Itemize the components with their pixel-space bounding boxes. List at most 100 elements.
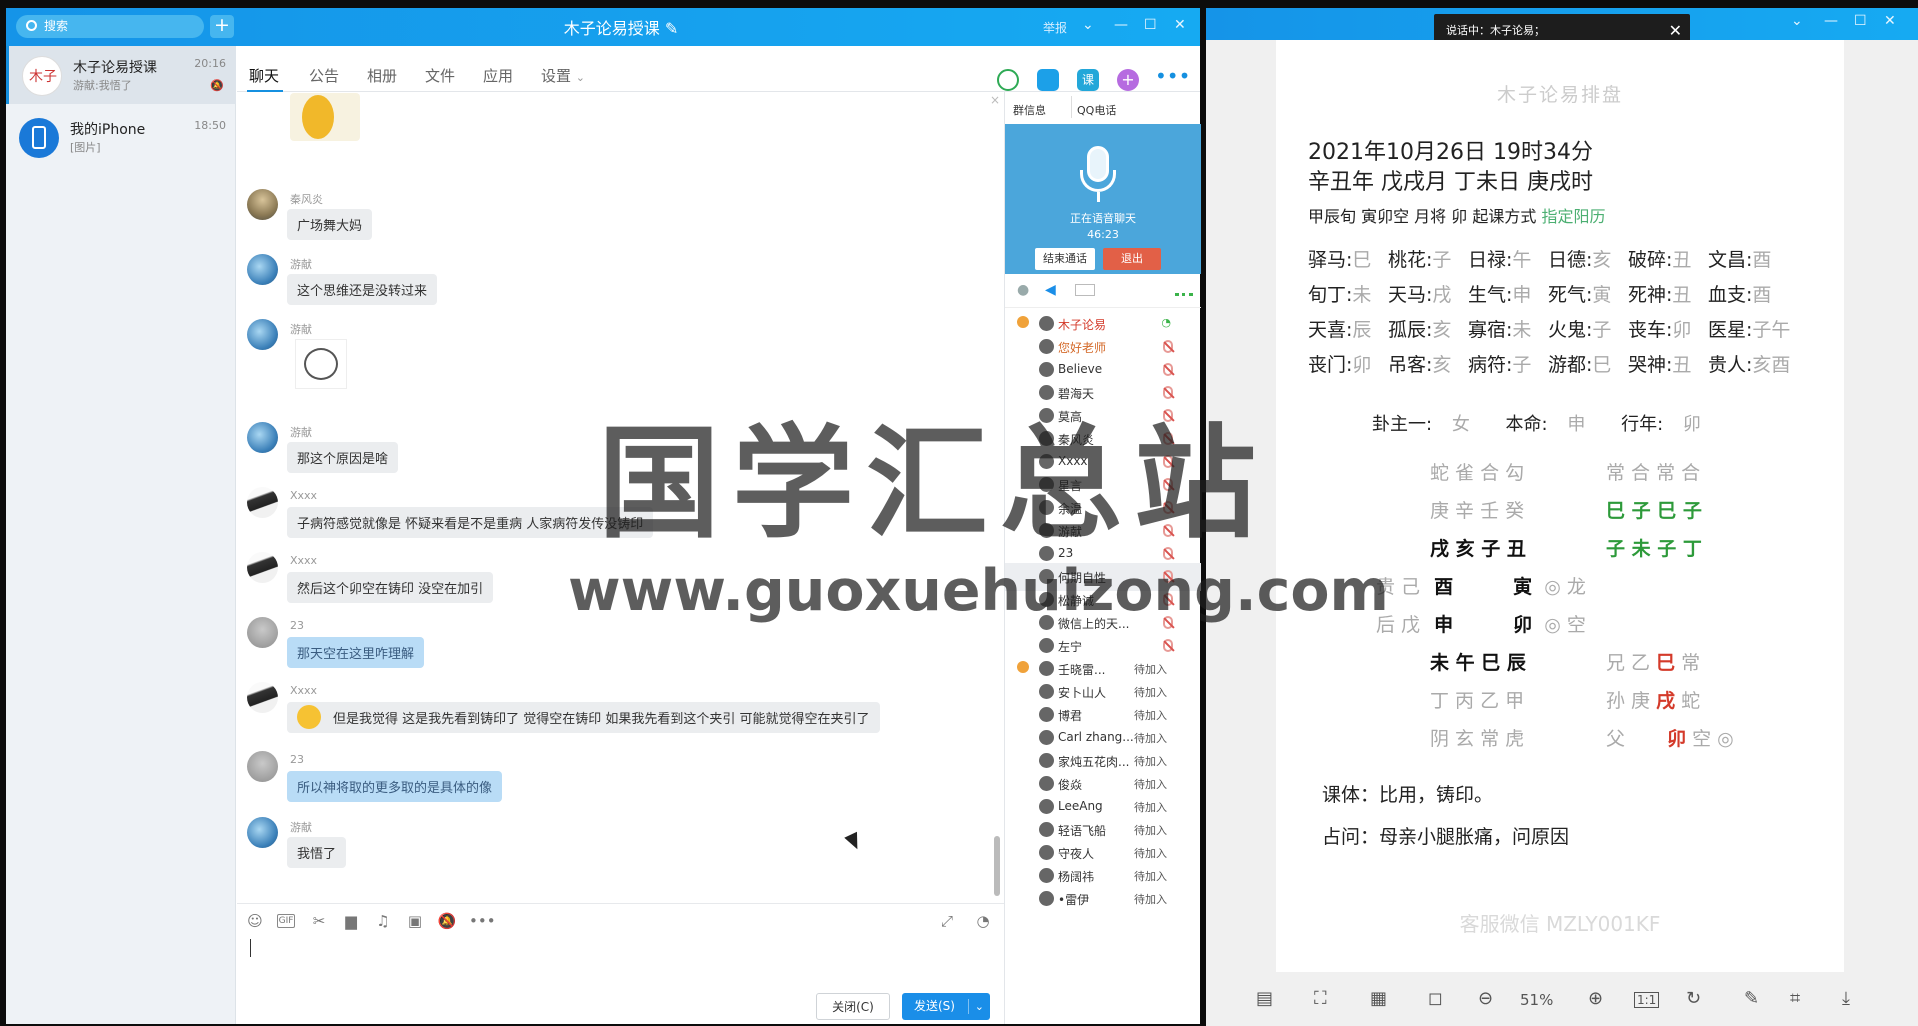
tab-qq-call[interactable]: QQ电话 <box>1077 102 1116 118</box>
viewer-window: ⌄ — ☐ ✕ 说话中：木子论易； ✕ 木子论易排盘 2021年10月26日 19… <box>1206 8 1918 1026</box>
zoom-out-icon[interactable]: ⊖ <box>1478 988 1493 1009</box>
bell-off-icon[interactable]: 🔕 <box>437 912 457 930</box>
member-avatar <box>1039 776 1054 791</box>
mic-muted-icon <box>1163 639 1173 652</box>
search-input[interactable]: 搜索 <box>16 15 204 38</box>
shensha-cell: 哭神:丑 <box>1628 354 1692 376</box>
close-icon[interactable]: × <box>990 93 1000 107</box>
report-button[interactable]: 举报 <box>1043 19 1067 36</box>
avatar[interactable] <box>247 751 278 782</box>
chevron-down-icon[interactable]: ⌄ <box>975 993 984 1020</box>
fullscreen-icon[interactable]: ◻ <box>1428 988 1443 1009</box>
member-name: 杨阔祎 <box>1058 870 1095 884</box>
close-icon[interactable]: ✕ <box>1174 17 1186 33</box>
member-item[interactable]: •雷伊 待加入 <box>1005 885 1201 913</box>
crop-icon[interactable]: ⌗ <box>1790 988 1800 1009</box>
speaker-icon[interactable]: ◀ <box>1045 282 1056 298</box>
music-icon[interactable]: ♫ <box>373 912 393 930</box>
member-status: 待加入 <box>1134 870 1167 883</box>
avatar[interactable] <box>247 552 278 583</box>
chevron-down-icon[interactable]: ⌄ <box>1791 13 1803 29</box>
shensha-cell: 生气:申 <box>1468 284 1532 306</box>
tab-files[interactable]: 文件 <box>425 65 455 86</box>
edit-icon[interactable]: ✎ <box>665 19 678 38</box>
more-icon[interactable]: ••• <box>1155 66 1190 91</box>
class-icon[interactable]: 课 <box>1077 69 1099 91</box>
expand-icon[interactable]: ⤢ <box>937 912 957 930</box>
folder-icon[interactable]: ▆ <box>341 912 361 930</box>
actual-size-icon[interactable]: 1:1 <box>1634 992 1660 1008</box>
chevron-down-icon: ⌄ <box>575 71 586 84</box>
gif-icon[interactable]: GIF <box>277 914 295 928</box>
member-avatar <box>1039 845 1054 860</box>
zoom-in-icon[interactable]: ⊕ <box>1588 988 1603 1009</box>
avatar[interactable] <box>247 189 278 220</box>
emoji-icon[interactable]: ☺ <box>245 912 265 930</box>
shensha-cell: 贵人:亥酉 <box>1708 354 1791 376</box>
tab-announcement[interactable]: 公告 <box>309 65 339 86</box>
minimize-icon[interactable]: — <box>1114 17 1128 33</box>
chat-scrollbar[interactable] <box>994 836 1000 896</box>
avatar[interactable] <box>247 319 278 350</box>
shensha-cell: 天喜:辰 <box>1308 319 1372 341</box>
send-button[interactable]: 发送(S) ⌄ <box>902 993 990 1020</box>
add-button[interactable]: + <box>210 15 234 38</box>
download-icon[interactable]: ⤓ <box>1842 988 1850 1009</box>
member-name: 俊焱 <box>1058 778 1083 792</box>
video-call-icon[interactable] <box>1037 69 1059 91</box>
history-icon[interactable]: ◔ <box>973 912 993 930</box>
maximize-icon[interactable]: ☐ <box>1854 13 1867 29</box>
close-icon[interactable]: ✕ <box>1884 13 1896 29</box>
sanchuan-b: 子 未 子 丁 <box>1606 538 1702 560</box>
shensha-cell: 旬丁:未 <box>1308 284 1372 306</box>
close-button[interactable]: 关闭(C) <box>816 993 890 1020</box>
shensha-cell: 文昌:酉 <box>1708 249 1772 271</box>
avatar[interactable] <box>247 254 278 285</box>
calendar-link[interactable]: 指定阳历 <box>1541 207 1605 226</box>
avatar[interactable] <box>247 817 278 848</box>
member-status: 待加入 <box>1134 732 1167 745</box>
member-avatar <box>1039 661 1054 676</box>
rotate-icon[interactable]: ↻ <box>1686 988 1701 1009</box>
voice-call-icon[interactable] <box>997 69 1019 91</box>
qq-titlebar: 搜索 + 木子论易授课 ✎ 举报 ⌄ — ☐ ✕ <box>6 8 1200 46</box>
shensha-cell: 丧门:卯 <box>1308 354 1372 376</box>
message-input[interactable] <box>237 937 1004 987</box>
mic-icon[interactable]: ● <box>1017 282 1029 298</box>
edit-icon[interactable]: ✎ <box>1744 988 1759 1009</box>
layout-icon[interactable]: ▤ <box>1256 988 1273 1009</box>
chevron-down-icon[interactable]: ⌄ <box>1082 17 1094 33</box>
avatar[interactable] <box>247 422 278 453</box>
shensha-cell: 死神:丑 <box>1628 284 1692 306</box>
emoji-icon <box>297 705 321 729</box>
sticker-image[interactable] <box>295 339 347 389</box>
conversation-item[interactable]: 木子 木子论易授课 游献:我悟了 20:16 🔕 <box>6 46 236 104</box>
tab-chat[interactable]: 聊天 <box>249 65 279 86</box>
exit-button[interactable]: 退出 <box>1103 248 1161 270</box>
tab-apps[interactable]: 应用 <box>483 65 513 86</box>
avatar[interactable] <box>247 487 278 518</box>
avatar[interactable] <box>247 617 278 648</box>
conversation-item[interactable]: 我的iPhone [图片] 18:50 <box>6 108 236 166</box>
minimize-icon[interactable]: — <box>1824 13 1838 29</box>
image-icon[interactable]: ▣ <box>405 912 425 930</box>
shensha-cell: 游都:巳 <box>1548 354 1612 376</box>
scissors-icon[interactable]: ✂ <box>309 912 329 930</box>
tab-settings[interactable]: 设置 ⌄ <box>541 65 585 86</box>
avatar[interactable] <box>247 682 278 713</box>
signal-icon <box>1175 288 1193 296</box>
ocr-icon[interactable]: ▦ <box>1370 988 1387 1009</box>
more-icon[interactable]: ••• <box>469 912 496 930</box>
plus-app-icon[interactable]: + <box>1117 69 1139 91</box>
tab-album[interactable]: 相册 <box>367 65 397 86</box>
tab-group-info[interactable]: 群信息 <box>1013 102 1046 118</box>
end-call-button[interactable]: 结束通话 <box>1035 248 1095 270</box>
member-status: 待加入 <box>1134 893 1167 906</box>
guazhu-row: 卦主一: 女 本命: 申 行年: 卯 <box>1372 414 1701 435</box>
document-page: 木子论易排盘 2021年10月26日 19时34分 辛丑年 戊戌月 丁未日 庚戌… <box>1276 40 1844 972</box>
fit-icon[interactable]: ⛶ <box>1314 988 1327 1009</box>
sticker-image[interactable] <box>290 93 360 141</box>
maximize-icon[interactable]: ☐ <box>1144 17 1157 33</box>
camera-off-icon[interactable] <box>1075 284 1095 296</box>
member-name: 木子论易 <box>1058 318 1107 332</box>
